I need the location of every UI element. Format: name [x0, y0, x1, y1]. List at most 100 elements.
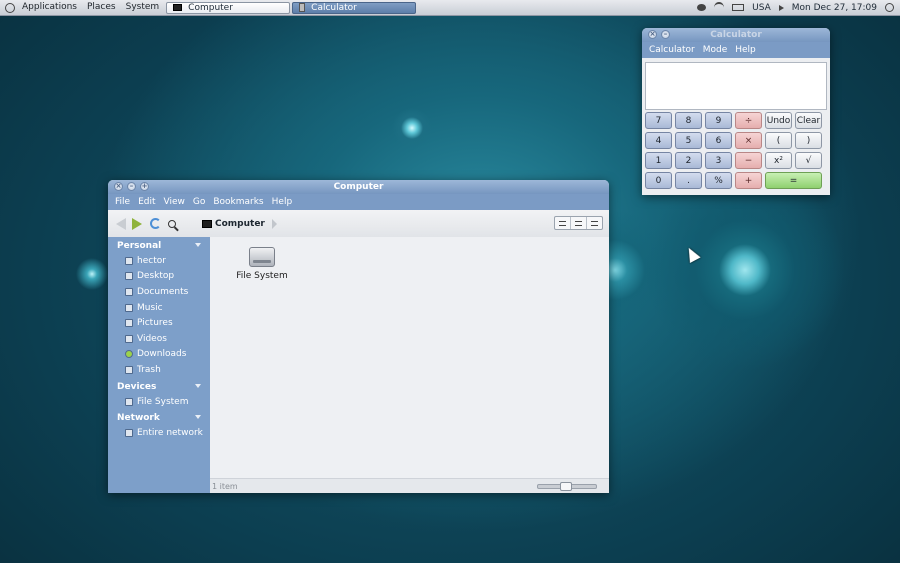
trash-icon [125, 365, 133, 374]
menu-help[interactable]: Help [268, 197, 297, 207]
minimize-icon[interactable]: – [661, 30, 670, 39]
icon-view-button[interactable] [555, 217, 571, 229]
reload-icon[interactable] [150, 218, 161, 229]
key-7[interactable]: 7 [645, 112, 672, 129]
sidebar-item-file-system[interactable]: File System [108, 394, 210, 410]
videos-icon [125, 334, 133, 343]
volume-icon[interactable] [778, 4, 784, 11]
key-add[interactable]: + [735, 172, 762, 189]
breadcrumb-label: Computer [215, 218, 265, 229]
sidebar-item-label: Downloads [137, 349, 187, 360]
keyboard-layout[interactable]: USA [752, 3, 771, 13]
key-4[interactable]: 4 [645, 132, 672, 149]
calculator-menubar: Calculator Mode Help [642, 42, 830, 58]
computer-icon [173, 4, 183, 11]
window-title: Calculator [710, 30, 762, 40]
sidebar-item-label: Desktop [137, 271, 175, 282]
key-6[interactable]: 6 [705, 132, 732, 149]
sidebar-item-entire-network[interactable]: Entire network [108, 425, 210, 441]
menu-edit[interactable]: Edit [134, 197, 159, 207]
key-equals[interactable]: = [765, 172, 822, 189]
key-divide[interactable]: ÷ [735, 112, 762, 129]
sidebar-header-personal[interactable]: Personal [108, 239, 210, 253]
chevron-right-icon[interactable] [271, 218, 277, 229]
search-icon[interactable] [168, 219, 176, 228]
key-decimal[interactable]: . [675, 172, 702, 189]
keyboard-icon[interactable] [732, 4, 745, 11]
menu-places[interactable]: Places [82, 0, 121, 15]
close-icon[interactable]: × [114, 182, 123, 191]
key-5[interactable]: 5 [675, 132, 702, 149]
system-tray: USA Mon Dec 27, 17:09 [697, 2, 900, 13]
key-percent[interactable]: % [705, 172, 732, 189]
zoom-slider-handle[interactable] [560, 482, 572, 491]
sidebar-item-pictures[interactable]: Pictures [108, 315, 210, 331]
power-icon[interactable] [885, 3, 894, 12]
file-item-file-system[interactable]: File System [236, 247, 288, 281]
sidebar-header-network[interactable]: Network [108, 411, 210, 425]
taskbar-button-computer[interactable]: Computer [166, 1, 291, 14]
calculator-titlebar[interactable]: × – Calculator [642, 28, 830, 42]
drive-icon [125, 397, 133, 406]
file-view[interactable]: File System [210, 237, 609, 478]
key-subtract[interactable]: − [735, 152, 762, 169]
chat-icon[interactable] [697, 4, 707, 11]
sidebar-item-label: Videos [137, 333, 167, 344]
key-clear[interactable]: Clear [795, 112, 822, 129]
sidebar-item-documents[interactable]: Documents [108, 284, 210, 300]
menu-bookmarks[interactable]: Bookmarks [209, 197, 267, 207]
sidebar-item-hector[interactable]: hector [108, 253, 210, 269]
key-close-paren[interactable]: ) [795, 132, 822, 149]
maximize-icon[interactable]: + [140, 182, 149, 191]
zoom-slider[interactable] [537, 482, 597, 491]
sidebar-header-devices[interactable]: Devices [108, 380, 210, 394]
menu-help[interactable]: Help [731, 45, 760, 55]
harddisk-icon [249, 247, 275, 267]
close-icon[interactable]: × [648, 30, 657, 39]
chevron-down-icon[interactable] [195, 415, 201, 420]
taskbar-button-calculator[interactable]: Calculator [292, 1, 417, 14]
menu-applications[interactable]: Applications [17, 0, 82, 15]
calculator-display[interactable] [645, 62, 827, 110]
key-sqrt[interactable]: √ [795, 152, 822, 169]
sidebar-item-desktop[interactable]: Desktop [108, 269, 210, 285]
top-panel: Applications Places System Computer Calc… [0, 0, 900, 16]
key-1[interactable]: 1 [645, 152, 672, 169]
menu-view[interactable]: View [160, 197, 189, 207]
sidebar-item-videos[interactable]: Videos [108, 331, 210, 347]
chevron-down-icon[interactable] [195, 243, 201, 247]
key-9[interactable]: 9 [705, 112, 732, 129]
sidebar-item-trash[interactable]: Trash [108, 362, 210, 378]
key-open-paren[interactable]: ( [765, 132, 792, 149]
sidebar-item-music[interactable]: Music [108, 300, 210, 316]
back-arrow-icon[interactable] [116, 217, 126, 230]
key-multiply[interactable]: × [735, 132, 762, 149]
list-view-button[interactable] [571, 217, 587, 229]
breadcrumb[interactable]: Computer [202, 218, 277, 229]
forward-arrow-icon[interactable] [132, 217, 142, 230]
key-2[interactable]: 2 [675, 152, 702, 169]
wifi-icon[interactable] [714, 2, 725, 13]
file-manager-titlebar[interactable]: × – + Computer [108, 180, 609, 194]
key-3[interactable]: 3 [705, 152, 732, 169]
minimize-icon[interactable]: – [127, 182, 136, 191]
chevron-down-icon[interactable] [195, 383, 201, 388]
compact-view-button[interactable] [587, 217, 602, 229]
clock[interactable]: Mon Dec 27, 17:09 [792, 3, 877, 13]
key-0[interactable]: 0 [645, 172, 672, 189]
key-undo[interactable]: Undo [765, 112, 792, 129]
menu-calculator[interactable]: Calculator [645, 45, 699, 55]
menu-mode[interactable]: Mode [699, 45, 732, 55]
menu-file[interactable]: File [111, 197, 134, 207]
menu-system[interactable]: System [121, 0, 165, 15]
ubuntu-logo-icon[interactable] [5, 2, 15, 13]
sidebar-item-downloads[interactable]: Downloads [108, 347, 210, 363]
sidebar-item-label: Entire network [137, 428, 203, 439]
key-8[interactable]: 8 [675, 112, 702, 129]
documents-icon [125, 287, 133, 296]
downloads-icon [125, 350, 133, 359]
key-square[interactable]: x² [765, 152, 792, 169]
desktop-icon [125, 272, 133, 281]
window-title: Computer [333, 182, 384, 192]
menu-go[interactable]: Go [189, 197, 209, 207]
